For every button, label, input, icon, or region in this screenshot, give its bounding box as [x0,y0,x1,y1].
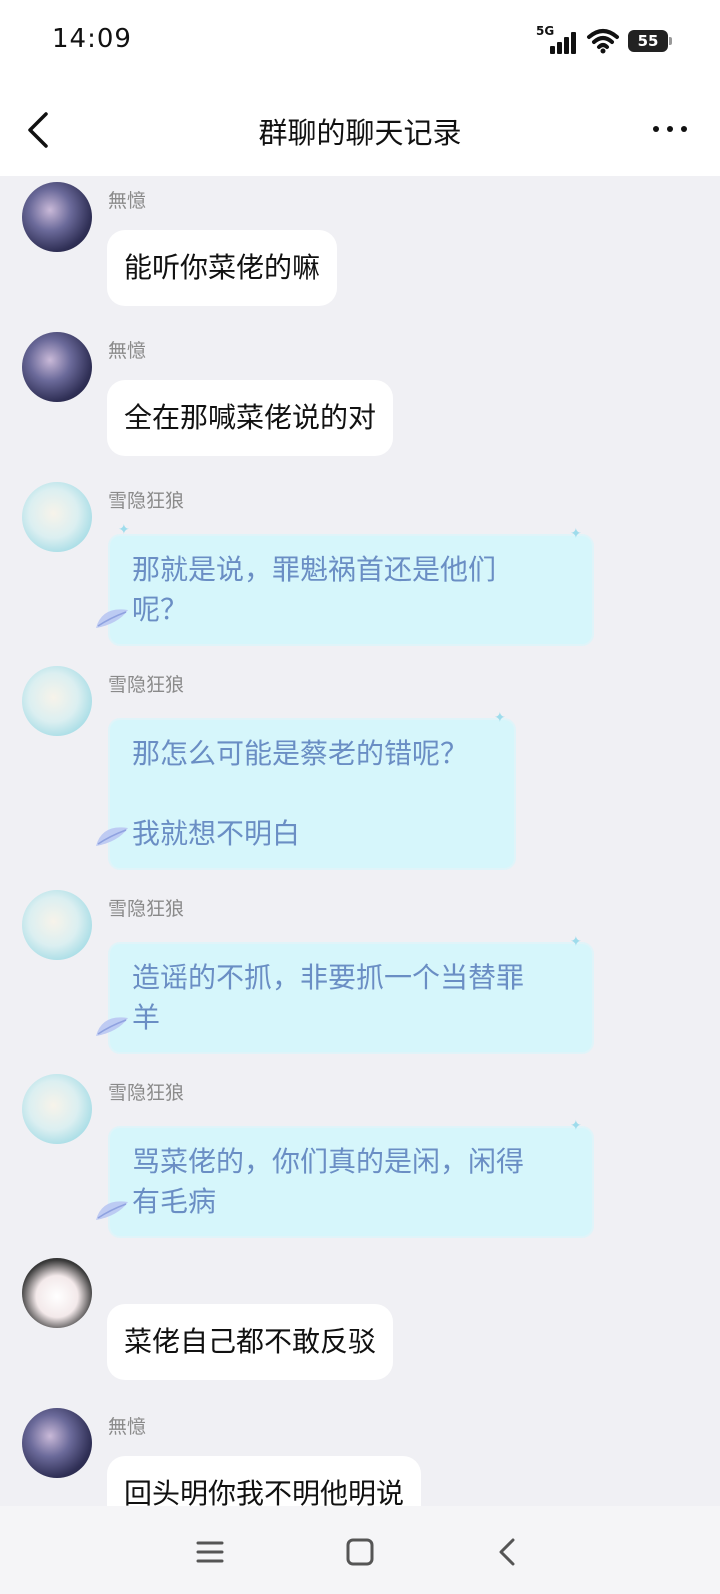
avatar[interactable] [22,332,92,402]
feather-decoration-icon [96,609,128,628]
sparkle-icon: ✦ [494,710,506,726]
sparkle-icon: ✦ [570,1118,582,1134]
message-bubble[interactable]: 那怎么可能是蔡老的错呢？ 我就想不明白 [110,720,514,868]
feather-decoration-icon [96,827,128,846]
avatar[interactable] [22,182,92,252]
feather-decoration-icon [96,1017,128,1036]
avatar[interactable] [22,482,92,552]
sparkle-icon: ✦ [570,526,582,542]
message-bubble[interactable]: 菜佬自己都不敢反驳 [107,1304,394,1380]
network-type: 5G [536,24,555,38]
sparkle-icon: ✦ [570,934,582,950]
feather-decoration-icon [96,1201,128,1220]
sparkle-icon: ✦ [118,522,130,538]
battery-level: 55 [637,32,659,50]
title-bar: 群聊的聊天记录 [0,84,720,176]
message-bubble[interactable]: 那就是说，罪魁祸首还是他们 呢？ [110,536,592,644]
message-line: 造谣的不抓，非要抓一个当替罪 [132,961,525,994]
avatar[interactable] [22,890,92,960]
home-square-icon[interactable] [340,1532,380,1572]
sender-name: 無憶 [108,190,147,212]
sender-name: 雪隐狂狼 [108,1082,185,1104]
back-icon[interactable] [488,1532,528,1572]
sender-name: 無憶 [108,340,147,362]
status-time: 14:09 [52,24,132,54]
sender-name: 無憶 [108,1416,147,1438]
page-title: 群聊的聊天记录 [258,116,462,150]
message-bubble[interactable]: 造谣的不抓，非要抓一个当替罪 羊 [110,944,592,1052]
battery-icon: 55 [628,30,672,52]
message-line: 骂菜佬的，你们真的是闲，闲得 [132,1145,525,1178]
message-line: 那怎么可能是蔡老的错呢？ [132,737,469,770]
avatar[interactable] [22,1074,92,1144]
more-dots-icon[interactable] [648,114,692,144]
avatar[interactable] [22,1258,92,1328]
message-bubble[interactable]: 骂菜佬的，你们真的是闲，闲得 有毛病 [110,1128,592,1236]
status-bar: 14:09 5G 55 [0,0,720,84]
message-line: 呢？ [132,593,189,626]
sender-name: 雪隐狂狼 [108,490,185,512]
status-icons: 5G 55 [536,24,672,58]
system-nav-bar [0,1506,720,1594]
message-line: 我就想不明白 [132,817,301,850]
message-bubble[interactable]: 回头明你我不明他明说 [107,1456,422,1506]
message-line: 那就是说，罪魁祸首还是他们 [132,553,497,586]
message-bubble[interactable]: 能听你菜佬的嘛 [107,230,338,306]
sender-name: 雪隐狂狼 [108,674,185,696]
wifi-icon [587,29,619,54]
chat-history[interactable]: 無憶 能听你菜佬的嘛 無憶 全在那喊菜佬说的对 雪隐狂狼 那就是说，罪魁祸首还是… [0,176,720,1506]
avatar[interactable] [22,1408,92,1478]
avatar[interactable] [22,666,92,736]
sender-name: 雪隐狂狼 [108,898,185,920]
message-line: 有毛病 [132,1185,217,1218]
message-line: 羊 [132,1001,161,1034]
menu-icon[interactable] [190,1532,230,1572]
message-bubble[interactable]: 全在那喊菜佬说的对 [107,380,394,456]
signal-icon: 5G [536,24,578,58]
